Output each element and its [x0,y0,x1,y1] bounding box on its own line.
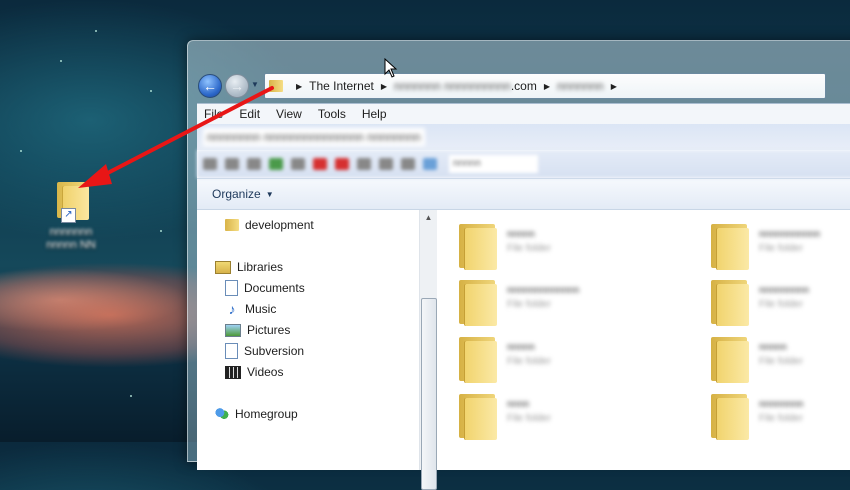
annotation-arrow [78,86,274,188]
mouse-cursor-icon [384,58,398,78]
